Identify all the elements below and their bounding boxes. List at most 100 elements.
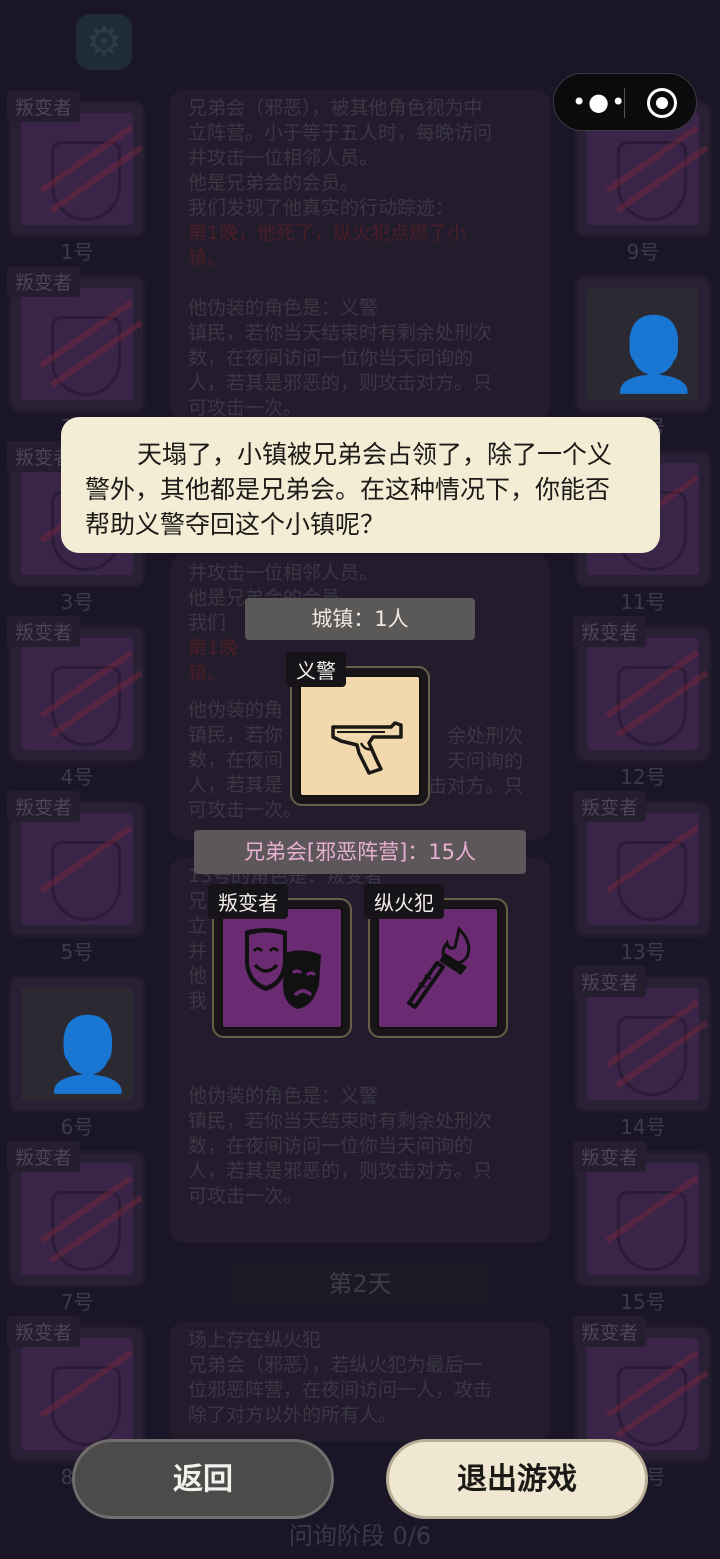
- log-entry: 兄弟会（邪恶），被其他角色视为中 立阵营。小于等于五人时，每晚访问 并攻击一位相…: [170, 90, 550, 420]
- day-label: 第2天: [230, 1260, 490, 1308]
- tile-art: [21, 1163, 163, 1291]
- evil-faction-bar: 兄弟会[邪恶阵营]：15人: [194, 830, 526, 874]
- log-line: 立阵营。小于等于五人时，每晚访问: [188, 122, 493, 144]
- pistol-icon: [331, 721, 403, 775]
- player-number: 9号: [626, 240, 660, 264]
- log-line: 余处刑次: [447, 725, 524, 747]
- player-tile-14[interactable]: 叛变者 14号: [573, 966, 720, 1139]
- log-line: 场上存在纵火犯: [188, 1329, 322, 1351]
- player-number: 12号: [620, 765, 666, 789]
- unknown-person-icon: 👤: [609, 312, 699, 396]
- tile-art: 👤: [587, 288, 699, 400]
- phase-label: 问询阶段 0/6: [288, 1522, 432, 1550]
- log-line: 数，在夜间访问一位你当天问询的: [188, 1135, 474, 1157]
- role-card-traitor[interactable]: 叛变者: [208, 884, 352, 1038]
- capsule-divider: [624, 88, 625, 118]
- tile-art: [21, 638, 163, 766]
- log-line: 并攻击一位相邻人员。: [188, 147, 379, 169]
- log-line: 兄弟会（邪恶），被其他角色视为中: [188, 97, 483, 119]
- player-tile-2[interactable]: 叛变者 2号: [7, 266, 163, 439]
- tile-art: [21, 813, 153, 925]
- player-number: 4号: [60, 765, 94, 789]
- tile-art: [587, 1163, 719, 1275]
- log-line: 除了对方以外的所有人。: [188, 1404, 398, 1426]
- role-label: 纵火犯: [364, 884, 444, 919]
- log-line: 他是兄弟会的会员。: [188, 172, 360, 194]
- role-label: 义警: [286, 652, 346, 687]
- role-tag: 叛变者: [7, 1316, 81, 1347]
- log-line: 击对方。只: [428, 775, 524, 797]
- tile-art: [587, 988, 720, 1116]
- role-tag: 叛变者: [573, 1141, 647, 1172]
- log-disguise-title: 他伪装的角色是：义警: [188, 297, 379, 319]
- log-line: 镇民，若你当天结束时有剩余处刑次: [188, 322, 493, 344]
- torch-icon: [407, 925, 471, 1009]
- card-art: [377, 907, 499, 1029]
- role-tag: 叛变者: [7, 1141, 81, 1172]
- log-line: 人，若其是邪恶的，则攻击对方。只: [188, 372, 493, 394]
- role-tag: 叛变者: [7, 91, 81, 122]
- target-close-icon[interactable]: [647, 88, 677, 118]
- player-number: 6号: [60, 1115, 94, 1139]
- role-card-vigilante[interactable]: 义警: [286, 652, 430, 806]
- log-line: 兄弟会（邪恶），若纵火犯为最后一: [188, 1354, 483, 1376]
- tile-art: 👤: [21, 988, 133, 1100]
- role-tag: 叛变者: [573, 966, 647, 997]
- tile-art: [21, 113, 163, 241]
- player-number: 5号: [60, 940, 94, 964]
- settings-button[interactable]: ⚙: [76, 14, 132, 70]
- log-entry: 场上存在纵火犯 兄弟会（邪恶），若纵火犯为最后一 位邪恶阵营，在夜间访问一人，攻…: [170, 1322, 550, 1442]
- gear-icon: ⚙: [86, 19, 122, 65]
- exit-game-button[interactable]: 退出游戏: [386, 1439, 648, 1519]
- log-event-line: 第1晚，他死了，纵火犯点燃了小: [188, 222, 467, 244]
- story-dialog: 天塌了，小镇被兄弟会占领了，除了一个义警外，其他都是兄弟会。在这种情况下，你能否…: [61, 417, 660, 553]
- card-art: [299, 675, 421, 797]
- role-card-arsonist[interactable]: 纵火犯: [364, 884, 508, 1038]
- log-disguise-title: 他伪装的角色是：义警: [188, 1085, 379, 1107]
- player-tile-4[interactable]: 叛变者 4号: [7, 616, 163, 789]
- log-line: 我们发现了他真实的行动踪迹：: [188, 197, 455, 219]
- player-tile-6[interactable]: 👤 6号: [8, 975, 146, 1139]
- role-tag: 叛变者: [573, 1316, 647, 1347]
- player-number: 11号: [620, 590, 666, 614]
- player-number: 13号: [620, 940, 666, 964]
- player-number: 7号: [60, 1290, 94, 1314]
- role-tag: 叛变者: [7, 616, 81, 647]
- player-tile-10[interactable]: 👤 10号: [574, 275, 712, 439]
- role-label: 叛变者: [208, 884, 288, 919]
- player-tile-5[interactable]: 叛变者 5号: [7, 791, 153, 964]
- player-tile-7[interactable]: 叛变者 7号: [7, 1141, 163, 1314]
- tile-art: [21, 288, 163, 416]
- player-tile-12[interactable]: 叛变者 12号: [573, 616, 720, 789]
- player-number: 15号: [620, 1290, 666, 1314]
- theater-masks-icon: [245, 928, 321, 1009]
- tile-art: [587, 813, 719, 925]
- back-button[interactable]: 返回: [72, 1439, 334, 1519]
- log-fragment: 余处刑次 天问询的 击对方。只: [428, 724, 523, 799]
- role-tag: 叛变者: [573, 791, 647, 822]
- more-dots-icon[interactable]: •●•: [572, 88, 627, 116]
- player-tile-13[interactable]: 叛变者 13号: [573, 791, 719, 964]
- log-line: 位邪恶阵营，在夜间访问一人，攻击: [188, 1379, 493, 1401]
- log-line: 人，若其是邪恶的，则攻击对方。只: [188, 1160, 493, 1182]
- player-number: 3号: [60, 590, 94, 614]
- log-line: 镇民，若你当天结束时有剩余处刑次: [188, 1110, 493, 1132]
- tile-art: [21, 1338, 153, 1450]
- role-tag: 叛变者: [7, 266, 81, 297]
- role-tag: 叛变者: [7, 791, 81, 822]
- card-art: [221, 907, 343, 1029]
- log-event-line: 镇。: [188, 247, 227, 269]
- miniprogram-capsule: •●•: [553, 73, 697, 131]
- player-tile-15[interactable]: 叛变者 15号: [573, 1141, 719, 1314]
- player-tile-1[interactable]: 叛变者 1号: [7, 91, 163, 264]
- log-line: 数，在夜间访问一位你当天问询的: [188, 347, 474, 369]
- log-line: 并攻击一位相邻人员。: [188, 562, 379, 584]
- unknown-person-icon: 👤: [43, 1012, 133, 1096]
- tile-art: [587, 1338, 720, 1466]
- role-tag: 叛变者: [573, 616, 647, 647]
- player-number: 14号: [620, 1115, 666, 1139]
- tile-art: [587, 638, 720, 766]
- log-line: 可攻击一次。: [188, 1185, 303, 1207]
- player-number: 1号: [60, 240, 94, 264]
- town-faction-bar: 城镇：1人: [245, 598, 475, 640]
